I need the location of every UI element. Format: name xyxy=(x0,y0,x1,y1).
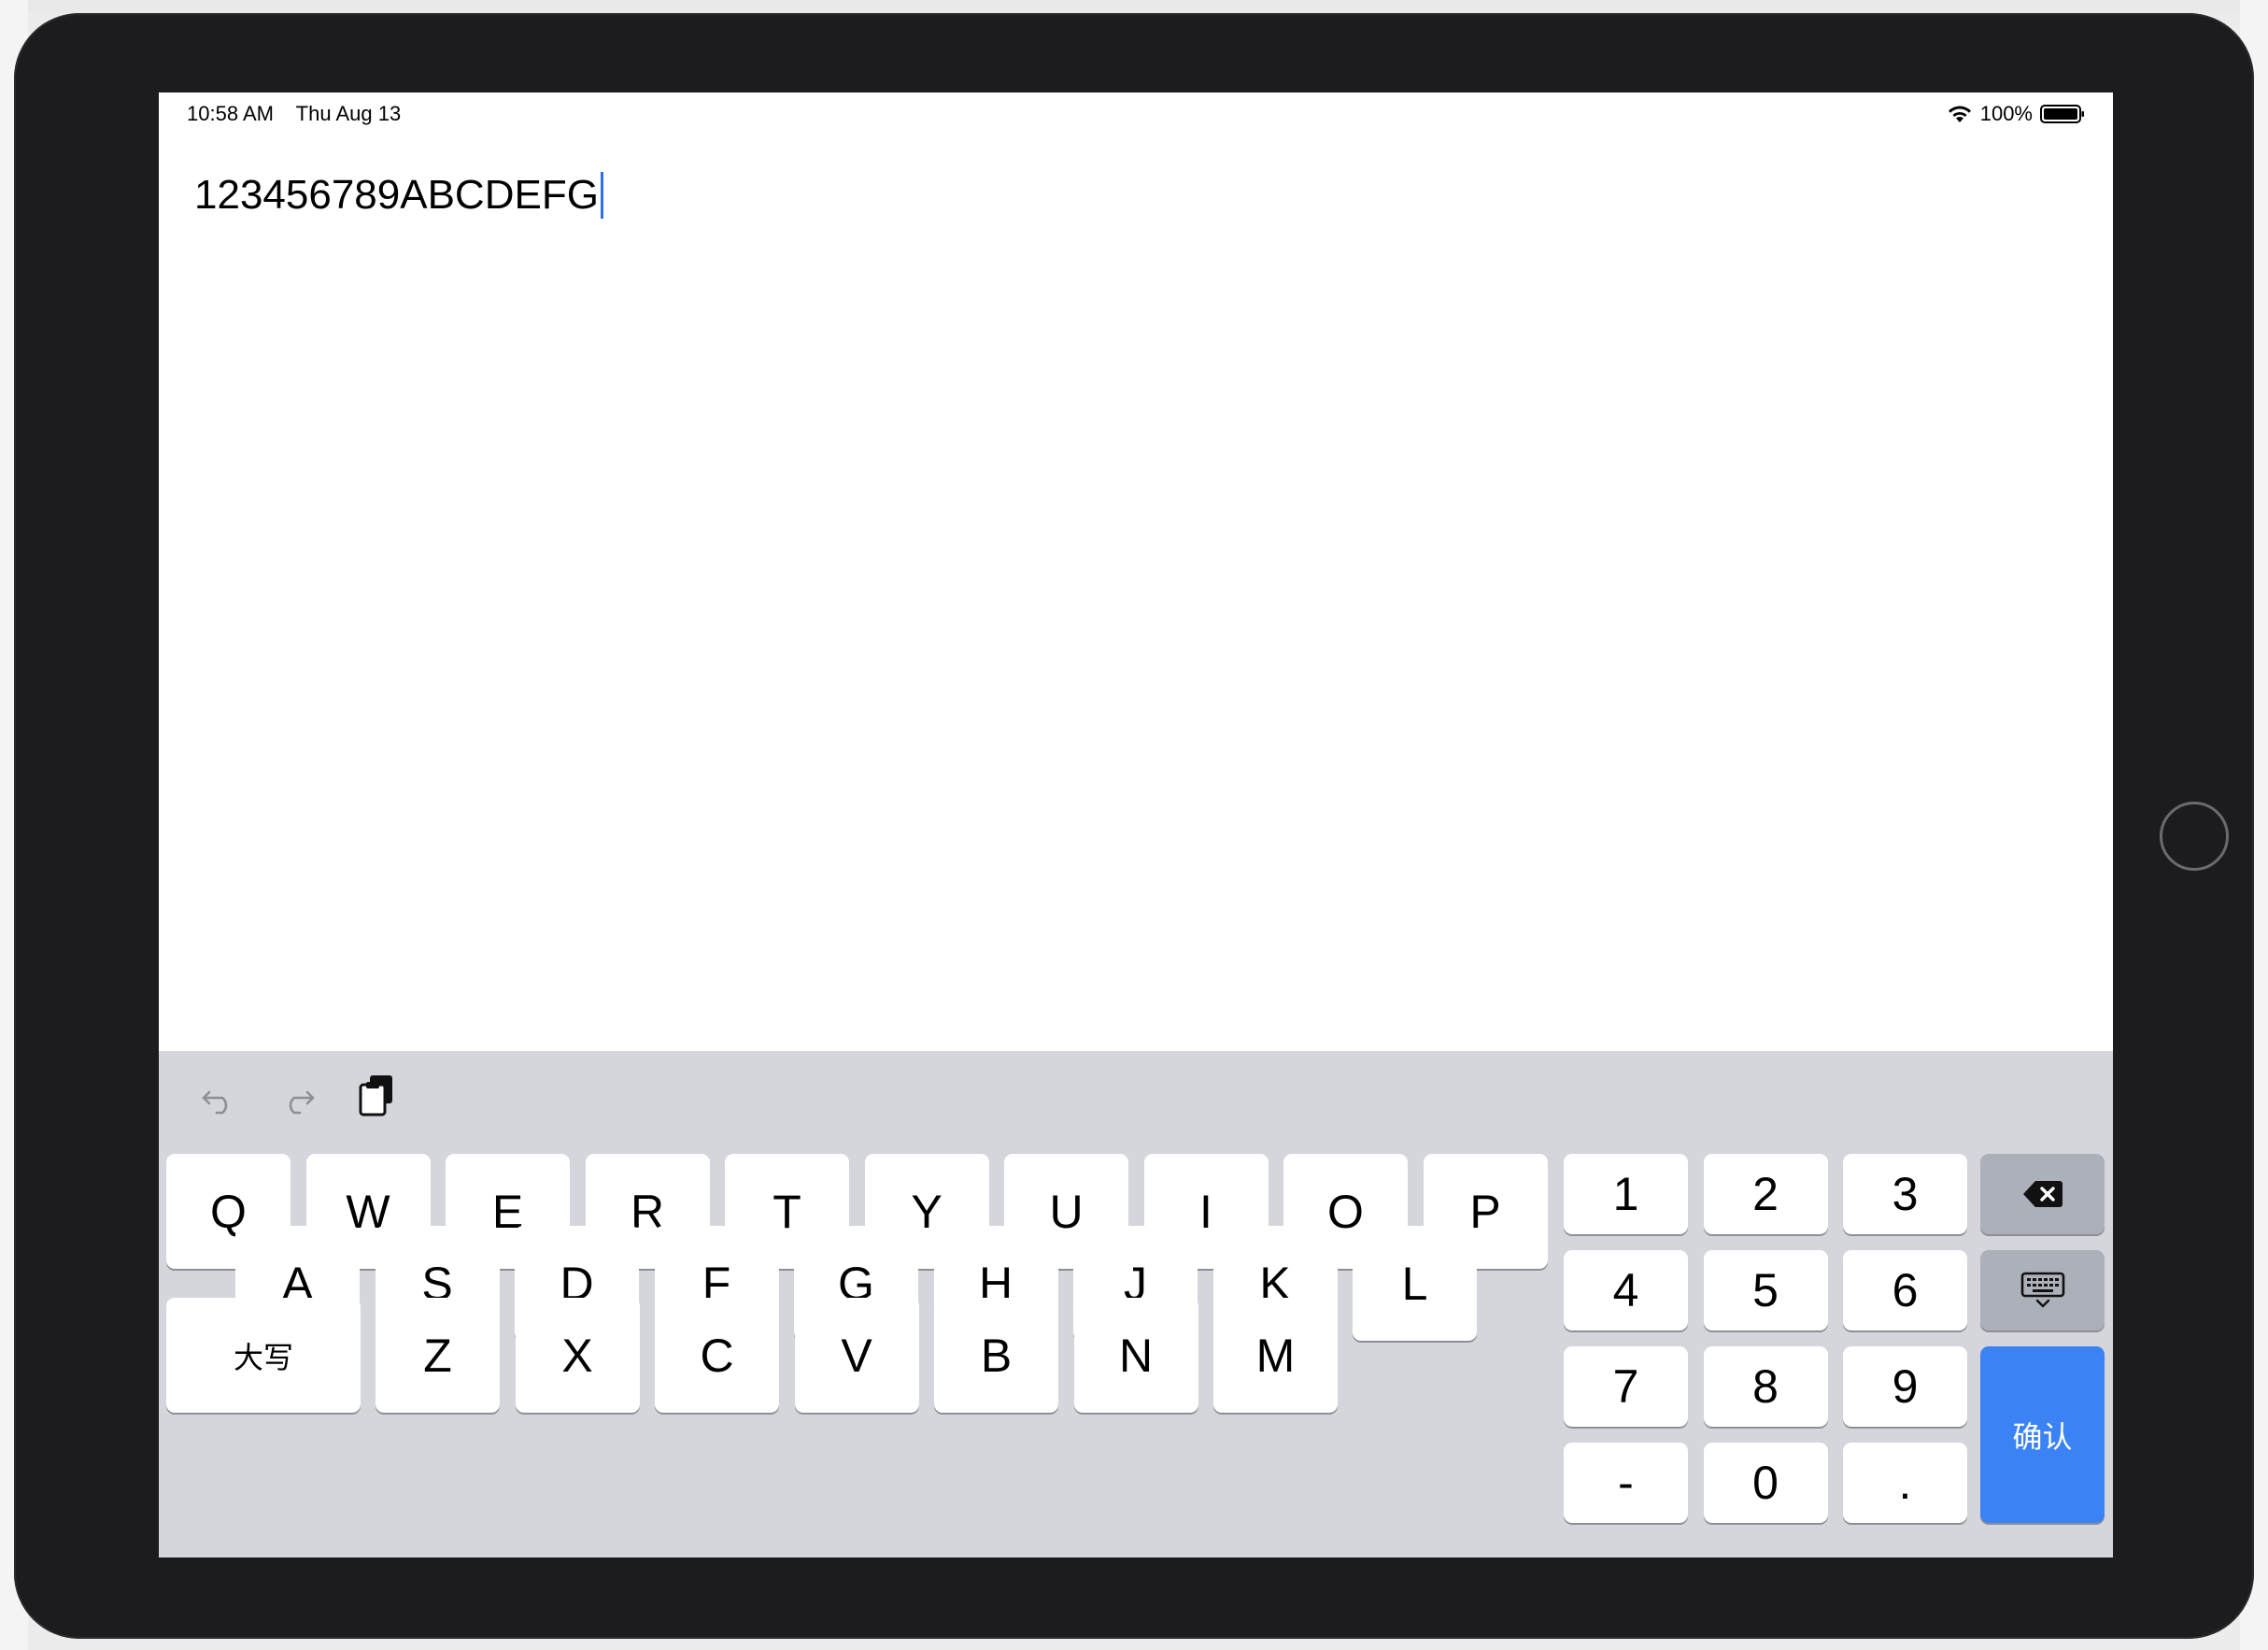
home-button[interactable] xyxy=(2160,802,2229,871)
backspace-key[interactable] xyxy=(1980,1154,2105,1234)
keyboard-dismiss-icon xyxy=(2020,1272,2064,1308)
text-cursor xyxy=(600,172,603,219)
status-bar: 10:58 AM Thu Aug 13 100% xyxy=(159,92,2113,135)
key-label: . xyxy=(1898,1457,1912,1509)
key-label: 0 xyxy=(1752,1457,1779,1509)
key-label: L xyxy=(1401,1257,1428,1310)
confirm-key-label: 确认 xyxy=(2012,1419,2073,1454)
key-b[interactable]: B xyxy=(934,1298,1058,1413)
key-label: V xyxy=(841,1329,872,1382)
status-time: 10:58 AM xyxy=(187,102,274,125)
key-label: M xyxy=(1255,1329,1296,1382)
key-label: X xyxy=(561,1329,593,1382)
confirm-key[interactable]: 确认 xyxy=(1980,1346,2105,1523)
caps-key[interactable]: 大写 xyxy=(166,1298,361,1413)
dismiss-keyboard-key[interactable] xyxy=(1980,1250,2105,1330)
key-label: C xyxy=(700,1329,734,1382)
redo-icon[interactable] xyxy=(277,1077,319,1118)
numpad-key-minus[interactable]: - xyxy=(1564,1443,1688,1523)
wifi-icon xyxy=(1948,106,1971,122)
numpad-key-8[interactable]: 8 xyxy=(1703,1346,1828,1427)
numpad-key-0[interactable]: 0 xyxy=(1703,1443,1828,1523)
numpad-key-5[interactable]: 5 xyxy=(1703,1250,1828,1330)
numpad-key-4[interactable]: 4 xyxy=(1564,1250,1688,1330)
custom-keyboard: QWERTYUIOPASDFGHJKLZXCVBNM 大写 123456789-… xyxy=(159,1051,2113,1558)
key-label: I xyxy=(1199,1185,1212,1238)
key-label: 1 xyxy=(1612,1168,1639,1220)
ipad-screen: 10:58 AM Thu Aug 13 100% 123456789ABCDEF… xyxy=(159,92,2113,1558)
numpad-key-2[interactable]: 2 xyxy=(1703,1154,1828,1234)
key-label: 3 xyxy=(1892,1168,1919,1220)
status-right: 100% xyxy=(1947,102,2085,126)
key-label: 4 xyxy=(1612,1264,1639,1316)
numpad-key-6[interactable]: 6 xyxy=(1843,1250,1967,1330)
numpad-key-9[interactable]: 9 xyxy=(1843,1346,1967,1427)
key-c[interactable]: C xyxy=(655,1298,779,1413)
key-label: 6 xyxy=(1892,1264,1919,1316)
key-label: Z xyxy=(423,1329,452,1382)
key-label: - xyxy=(1618,1457,1634,1509)
status-date: Thu Aug 13 xyxy=(295,102,402,125)
clipboard-paste-icon[interactable] xyxy=(357,1075,398,1117)
battery-percent: 100% xyxy=(1979,102,2033,125)
input-text: 123456789ABCDEFG xyxy=(194,172,599,218)
status-left: 10:58 AM Thu Aug 13 xyxy=(187,102,418,126)
key-label: 9 xyxy=(1892,1360,1919,1413)
numpad-key-7[interactable]: 7 xyxy=(1564,1346,1688,1427)
key-x[interactable]: X xyxy=(515,1298,640,1413)
desktop-background-top xyxy=(0,0,2268,13)
key-label: 8 xyxy=(1752,1360,1779,1413)
key-v[interactable]: V xyxy=(794,1298,919,1413)
key-label: B xyxy=(980,1329,1013,1382)
backspace-icon xyxy=(2022,1181,2062,1207)
key-l[interactable]: L xyxy=(1353,1226,1477,1341)
numpad-key-3[interactable]: 3 xyxy=(1843,1154,1967,1234)
key-label: 5 xyxy=(1752,1264,1779,1316)
battery-full-icon xyxy=(2040,105,2084,123)
numpad-key-dot[interactable]: . xyxy=(1843,1443,1967,1523)
key-label: 7 xyxy=(1612,1360,1639,1413)
key-label: 2 xyxy=(1752,1168,1779,1220)
key-label: N xyxy=(1118,1329,1154,1382)
numpad-key-1[interactable]: 1 xyxy=(1564,1154,1688,1234)
caps-key-label: 大写 xyxy=(233,1340,293,1374)
undo-icon[interactable] xyxy=(198,1077,239,1118)
key-z[interactable]: Z xyxy=(376,1298,500,1413)
text-input-area[interactable]: 123456789ABCDEFG xyxy=(194,167,603,223)
key-n[interactable]: N xyxy=(1073,1298,1198,1413)
key-m[interactable]: M xyxy=(1213,1298,1338,1413)
